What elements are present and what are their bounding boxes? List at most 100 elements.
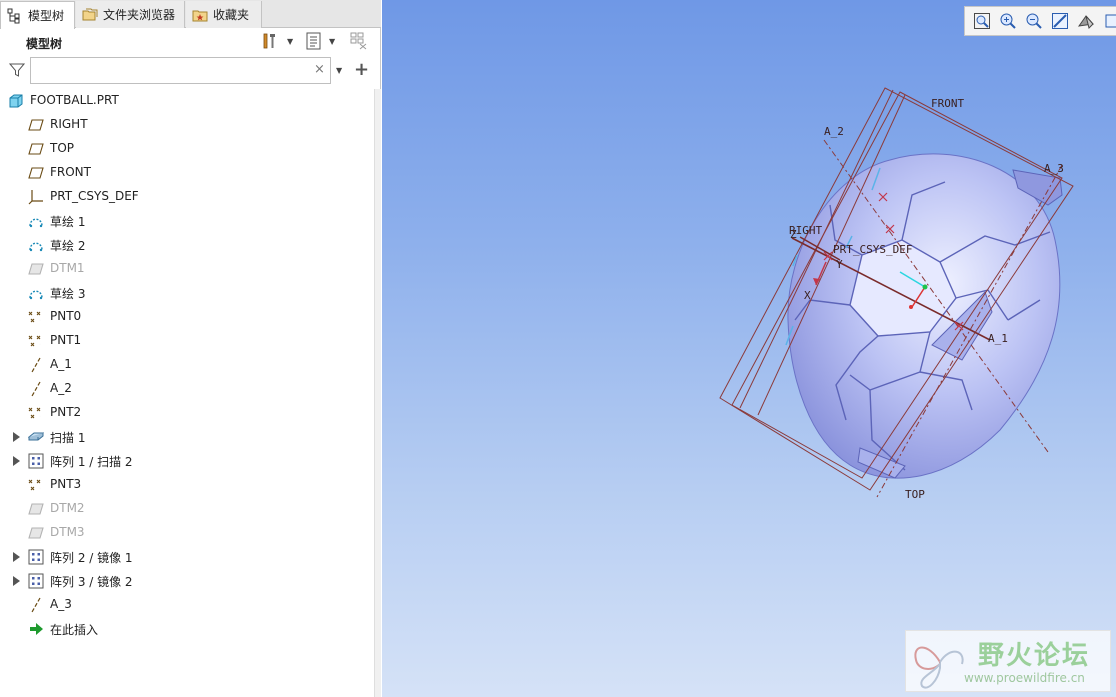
view-toolbar bbox=[964, 6, 1116, 36]
watermark-title: 野火论坛 bbox=[978, 641, 1091, 671]
datum-point-icon bbox=[28, 309, 44, 325]
refit-icon bbox=[974, 13, 990, 29]
expand-arrow-icon[interactable] bbox=[13, 432, 20, 442]
watermark-url: www.proewildfire.cn bbox=[964, 671, 1085, 685]
pattern-icon bbox=[28, 549, 44, 565]
repaint-button[interactable] bbox=[1049, 10, 1071, 32]
tree-item-label: 草绘 3 bbox=[50, 287, 86, 301]
expand-arrow-icon[interactable] bbox=[13, 576, 20, 586]
datum-point-icon bbox=[28, 405, 44, 421]
sketch-icon bbox=[28, 285, 44, 301]
tree-item[interactable]: DTM1 bbox=[0, 257, 374, 281]
tab-model-tree[interactable]: 模型树 bbox=[0, 1, 75, 29]
tree-item[interactable]: FRONT bbox=[0, 161, 374, 185]
tree-item[interactable]: FOOTBALL.PRT bbox=[0, 89, 374, 113]
tree-item[interactable]: 草绘 1 bbox=[0, 209, 374, 233]
part-icon bbox=[8, 93, 24, 109]
chevron-down-icon[interactable]: ▼ bbox=[287, 37, 293, 46]
tree-item[interactable]: 在此插入 bbox=[0, 617, 374, 641]
tree-item-label: PNT2 bbox=[50, 405, 82, 419]
graphics-viewport[interactable]: FRONT TOP RIGHT PRT_CSYS_DEF A_1 A_2 A_3… bbox=[382, 0, 1116, 697]
tree-item[interactable]: 阵列 2 / 镜像 1 bbox=[0, 545, 374, 569]
tree-item[interactable]: TOP bbox=[0, 137, 374, 161]
tree-item-label: 草绘 2 bbox=[50, 239, 86, 253]
tree-item[interactable]: PNT1 bbox=[0, 329, 374, 353]
tree-item-label: A_2 bbox=[50, 381, 72, 395]
tree-item[interactable]: PNT2 bbox=[0, 401, 374, 425]
scrollbar[interactable] bbox=[374, 89, 381, 697]
tree-item[interactable]: A_2 bbox=[0, 377, 374, 401]
zoom-out-button[interactable] bbox=[1023, 10, 1045, 32]
datum-axis-icon bbox=[28, 357, 44, 373]
tree-item-label: TOP bbox=[50, 141, 75, 155]
tab-label: 收藏夹 bbox=[213, 8, 250, 22]
tree-item[interactable]: PRT_CSYS_DEF bbox=[0, 185, 374, 209]
add-button[interactable]: + bbox=[354, 59, 369, 80]
csys-icon bbox=[28, 189, 44, 205]
zoom-in-icon bbox=[1000, 13, 1016, 29]
tab-label: 文件夹浏览器 bbox=[103, 8, 176, 22]
football-model[interactable]: FRONT TOP RIGHT PRT_CSYS_DEF A_1 A_2 A_3… bbox=[382, 0, 1116, 697]
tree-item-label: DTM2 bbox=[50, 501, 85, 515]
tree-item[interactable]: DTM2 bbox=[0, 497, 374, 521]
tab-label: 模型树 bbox=[28, 9, 65, 23]
datum-point-icon bbox=[28, 477, 44, 493]
datum-point-icon bbox=[28, 333, 44, 349]
expand-arrow-icon[interactable] bbox=[13, 552, 20, 562]
chevron-down-icon[interactable]: ▼ bbox=[336, 66, 342, 75]
tree-item[interactable]: A_3 bbox=[0, 593, 374, 617]
model-tree-panel: 模型树 文件夹浏览器 收藏夹 模型树 ▼ ▼ × ▼ + FOOTBALL.PR… bbox=[0, 0, 381, 697]
saved-views-icon bbox=[1105, 14, 1116, 28]
search-input[interactable] bbox=[30, 57, 331, 84]
tree-item-label: FRONT bbox=[50, 165, 91, 179]
datum-axis-icon bbox=[28, 597, 44, 613]
clear-icon[interactable]: × bbox=[314, 62, 325, 77]
tree-item[interactable]: 阵列 3 / 镜像 2 bbox=[0, 569, 374, 593]
tree-item[interactable]: DTM3 bbox=[0, 521, 374, 545]
list-settings-icon[interactable] bbox=[305, 32, 323, 50]
tree-item[interactable]: 草绘 3 bbox=[0, 281, 374, 305]
tree-item[interactable]: PNT3 bbox=[0, 473, 374, 497]
tree-item[interactable]: PNT0 bbox=[0, 305, 374, 329]
sketch-icon bbox=[28, 237, 44, 253]
butterfly-logo-icon bbox=[914, 646, 964, 689]
tree-item-label: DTM3 bbox=[50, 525, 85, 539]
tree-item[interactable]: 扫描 1 bbox=[0, 425, 374, 449]
expand-arrow-icon[interactable] bbox=[13, 456, 20, 466]
tab-favorites[interactable]: 收藏夹 bbox=[186, 1, 262, 28]
datum-plane-icon bbox=[28, 117, 44, 133]
refit-button[interactable] bbox=[971, 10, 993, 32]
tree-item[interactable]: 阵列 1 / 扫描 2 bbox=[0, 449, 374, 473]
tree-icon bbox=[7, 8, 20, 23]
tree-item-label: 扫描 1 bbox=[50, 431, 86, 445]
label-csys: PRT_CSYS_DEF bbox=[833, 243, 912, 256]
zoom-out-icon bbox=[1026, 13, 1042, 29]
favorites-icon bbox=[192, 10, 208, 21]
display-style-button[interactable] bbox=[1075, 10, 1097, 32]
label-x: X bbox=[804, 289, 811, 302]
label-a3: A_3 bbox=[1044, 162, 1064, 175]
pattern-icon bbox=[28, 573, 44, 589]
datum-plane-gray-icon bbox=[28, 525, 44, 541]
tree-item-label: FOOTBALL.PRT bbox=[30, 93, 119, 107]
label-a1: A_1 bbox=[988, 332, 1008, 345]
pattern-icon bbox=[28, 453, 44, 469]
tree-item-label: RIGHT bbox=[50, 117, 88, 131]
filter-icon[interactable] bbox=[9, 62, 25, 78]
datum-plane-icon bbox=[28, 141, 44, 157]
datum-plane-gray-icon bbox=[28, 501, 44, 517]
tab-folder-browser[interactable]: 文件夹浏览器 bbox=[76, 1, 185, 28]
zoom-in-button[interactable] bbox=[997, 10, 1019, 32]
label-a2: A_2 bbox=[824, 125, 844, 138]
chevron-down-icon[interactable]: ▼ bbox=[329, 37, 335, 46]
datum-axis-icon bbox=[28, 381, 44, 397]
tree-item-label: 阵列 3 / 镜像 2 bbox=[50, 575, 133, 589]
tree-columns-icon[interactable] bbox=[350, 32, 368, 50]
tree-item[interactable]: 草绘 2 bbox=[0, 233, 374, 257]
tree-item[interactable]: A_1 bbox=[0, 353, 374, 377]
label-front: FRONT bbox=[931, 97, 964, 110]
tree-item-label: A_1 bbox=[50, 357, 72, 371]
tree-item[interactable]: RIGHT bbox=[0, 113, 374, 137]
tools-icon[interactable] bbox=[261, 32, 279, 50]
saved-views-button[interactable] bbox=[1101, 10, 1116, 32]
